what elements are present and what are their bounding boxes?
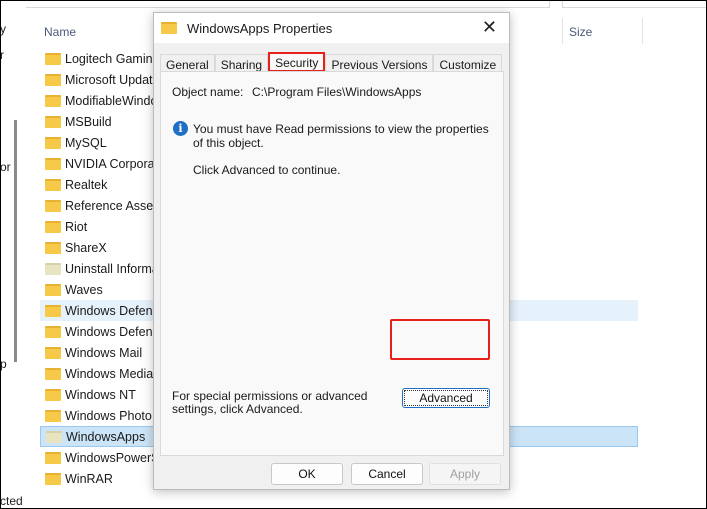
- advanced-button[interactable]: Advanced: [402, 388, 490, 408]
- list-item-label: Reference Assem: [65, 198, 164, 213]
- advanced-hint: Click Advanced to continue.: [193, 163, 341, 177]
- folder-icon: [45, 220, 61, 233]
- tab-previous-versions[interactable]: Previous Versions: [325, 54, 434, 72]
- folder-icon: [45, 178, 61, 191]
- folder-icon: [45, 241, 61, 254]
- ok-button[interactable]: OK: [271, 463, 343, 485]
- folder-icon: [45, 472, 61, 485]
- list-item-label: MySQL: [65, 135, 107, 150]
- folder-icon: [45, 157, 61, 170]
- special-permissions-text: For special permissions or advanced sett…: [172, 389, 368, 416]
- properties-dialog: WindowsApps Properties ✕ General Sharing…: [153, 12, 510, 490]
- folder-icon: [45, 73, 61, 86]
- folder-icon: [45, 304, 61, 317]
- folder-icon: [45, 388, 61, 401]
- folder-icon: [46, 430, 62, 443]
- tab-security[interactable]: Security: [268, 52, 326, 72]
- folder-icon: [45, 115, 61, 128]
- folder-icon: [45, 283, 61, 296]
- object-name-label: Object name:: [172, 85, 244, 99]
- list-item-label: Microsoft Updat: [65, 72, 153, 87]
- permission-message: You must have Read permissions to view t…: [193, 122, 489, 150]
- search-box[interactable]: [562, 0, 707, 8]
- nav-fragment: r: [0, 48, 4, 62]
- tab-general[interactable]: General: [160, 54, 215, 72]
- folder-icon: [45, 136, 61, 149]
- close-icon[interactable]: ✕: [482, 17, 497, 38]
- folder-icon: [45, 409, 61, 422]
- address-bar[interactable]: [20, 0, 550, 8]
- list-item-label: Windows Media: [65, 366, 154, 381]
- status-bar-text: cted: [0, 494, 23, 508]
- nav-fragment: y: [0, 22, 6, 36]
- list-item-label: Uninstall Informa: [65, 261, 159, 276]
- list-item-label: Windows NT: [65, 387, 136, 402]
- folder-icon: [45, 94, 61, 107]
- column-separator[interactable]: [562, 18, 563, 44]
- cancel-button[interactable]: Cancel: [351, 463, 423, 485]
- folder-icon: [45, 346, 61, 359]
- dialog-titlebar[interactable]: WindowsApps Properties ✕: [154, 13, 509, 43]
- folder-icon: [45, 52, 61, 65]
- list-item-label: Windows Defend: [65, 303, 160, 318]
- list-item-label: Riot: [65, 219, 88, 234]
- folder-icon: [45, 367, 61, 380]
- dialog-title: WindowsApps Properties: [187, 20, 333, 36]
- folder-icon: [161, 22, 177, 34]
- list-item-label: Windows Photo: [65, 408, 152, 423]
- tab-sharing[interactable]: Sharing: [214, 54, 269, 72]
- apply-button[interactable]: Apply: [429, 463, 501, 485]
- folder-icon: [45, 451, 61, 464]
- list-item-label: NVIDIA Corporat: [65, 156, 159, 171]
- list-item-label: ShareX: [65, 240, 107, 255]
- list-item-label: Waves: [65, 282, 103, 297]
- column-separator[interactable]: [642, 18, 643, 44]
- list-item-label: MSBuild: [65, 114, 112, 129]
- list-item-label: Windows Defend: [65, 324, 160, 339]
- nav-scrollbar[interactable]: [14, 120, 17, 362]
- list-item-label: Realtek: [65, 177, 108, 192]
- nav-fragment: or: [0, 160, 11, 174]
- tab-customize[interactable]: Customize: [433, 54, 503, 72]
- navigation-pane: y r or p: [0, 0, 26, 495]
- tab-strip: General Sharing Security Previous Versio…: [160, 52, 503, 72]
- list-item-label: WindowsApps: [66, 429, 146, 444]
- object-name-value: C:\Program Files\WindowsApps: [252, 85, 422, 99]
- column-header-name[interactable]: Name: [44, 25, 76, 39]
- info-icon: i: [173, 121, 188, 136]
- list-item-label: WindowsPowerS: [65, 450, 160, 465]
- list-item-label: WinRAR: [65, 471, 113, 486]
- folder-icon: [45, 262, 61, 275]
- folder-icon: [45, 199, 61, 212]
- list-item-label: ModifiableWindo: [65, 93, 158, 108]
- list-item-label: Windows Mail: [65, 345, 143, 360]
- highlight-box: [390, 319, 490, 360]
- nav-fragment: p: [0, 357, 7, 371]
- folder-icon: [45, 325, 61, 338]
- column-header-size[interactable]: Size: [569, 25, 592, 39]
- list-item-label: Logitech Gaming: [65, 51, 160, 66]
